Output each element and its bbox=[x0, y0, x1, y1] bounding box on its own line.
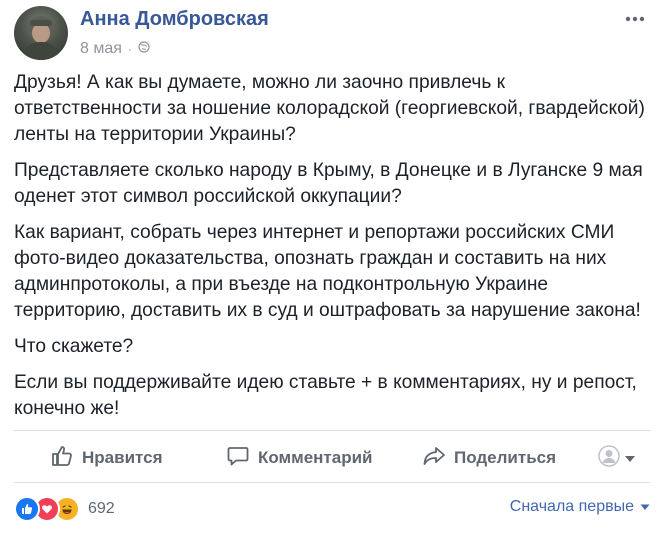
post-date[interactable]: 8 мая bbox=[80, 40, 122, 58]
post-meta: 8 мая · bbox=[80, 40, 150, 58]
avatar-image bbox=[22, 16, 60, 60]
post-paragraph: Если вы поддерживайте идею ставьте + в к… bbox=[14, 372, 637, 419]
chevron-down-icon bbox=[640, 498, 650, 516]
post-paragraph: Что скажете? bbox=[14, 336, 134, 357]
post-paragraph: Друзья! А как вы думаете, можно ли заочн… bbox=[14, 72, 645, 145]
share-label: Поделиться bbox=[454, 448, 557, 467]
comment-icon bbox=[226, 444, 250, 473]
like-reaction-icon bbox=[14, 496, 40, 522]
more-options-icon[interactable] bbox=[624, 12, 646, 26]
chevron-down-icon bbox=[624, 448, 636, 468]
meta-separator: · bbox=[127, 42, 132, 56]
comment-label: Комментарий bbox=[258, 448, 373, 467]
like-icon bbox=[50, 444, 74, 473]
like-button[interactable]: Нравится bbox=[50, 436, 163, 480]
post-footer: 692 Сначала первые bbox=[14, 496, 650, 524]
share-button[interactable]: Поделиться bbox=[422, 436, 556, 480]
comment-sort-dropdown[interactable]: Сначала первые bbox=[510, 498, 650, 516]
author-avatar[interactable] bbox=[14, 6, 68, 60]
post-header: Анна Домбровская 8 мая · bbox=[14, 6, 650, 62]
comment-button[interactable]: Комментарий bbox=[226, 436, 372, 480]
action-bar: Нравится Комментарий Поделиться bbox=[14, 436, 650, 480]
reaction-picker[interactable] bbox=[598, 436, 636, 480]
post-paragraph: Как вариант, собрать через интернет и ре… bbox=[14, 222, 641, 321]
divider bbox=[14, 482, 650, 483]
facebook-post: Анна Домбровская 8 мая · Друзья! А как в… bbox=[0, 0, 664, 540]
divider bbox=[14, 430, 650, 431]
globe-icon bbox=[138, 40, 150, 58]
post-paragraph: Представляете сколько народу в Крыму, в … bbox=[14, 160, 643, 207]
share-icon bbox=[422, 444, 446, 473]
like-label: Нравится bbox=[82, 448, 163, 467]
author-name[interactable]: Анна Домбровская bbox=[80, 8, 269, 31]
sort-label: Сначала первые bbox=[509, 498, 634, 515]
reaction-count[interactable]: 692 bbox=[88, 500, 115, 518]
avatar-reaction-icon bbox=[598, 444, 620, 472]
post-text: Друзья! А как вы думаете, можно ли заочн… bbox=[14, 70, 654, 432]
reactions-summary[interactable]: 692 bbox=[14, 496, 115, 522]
